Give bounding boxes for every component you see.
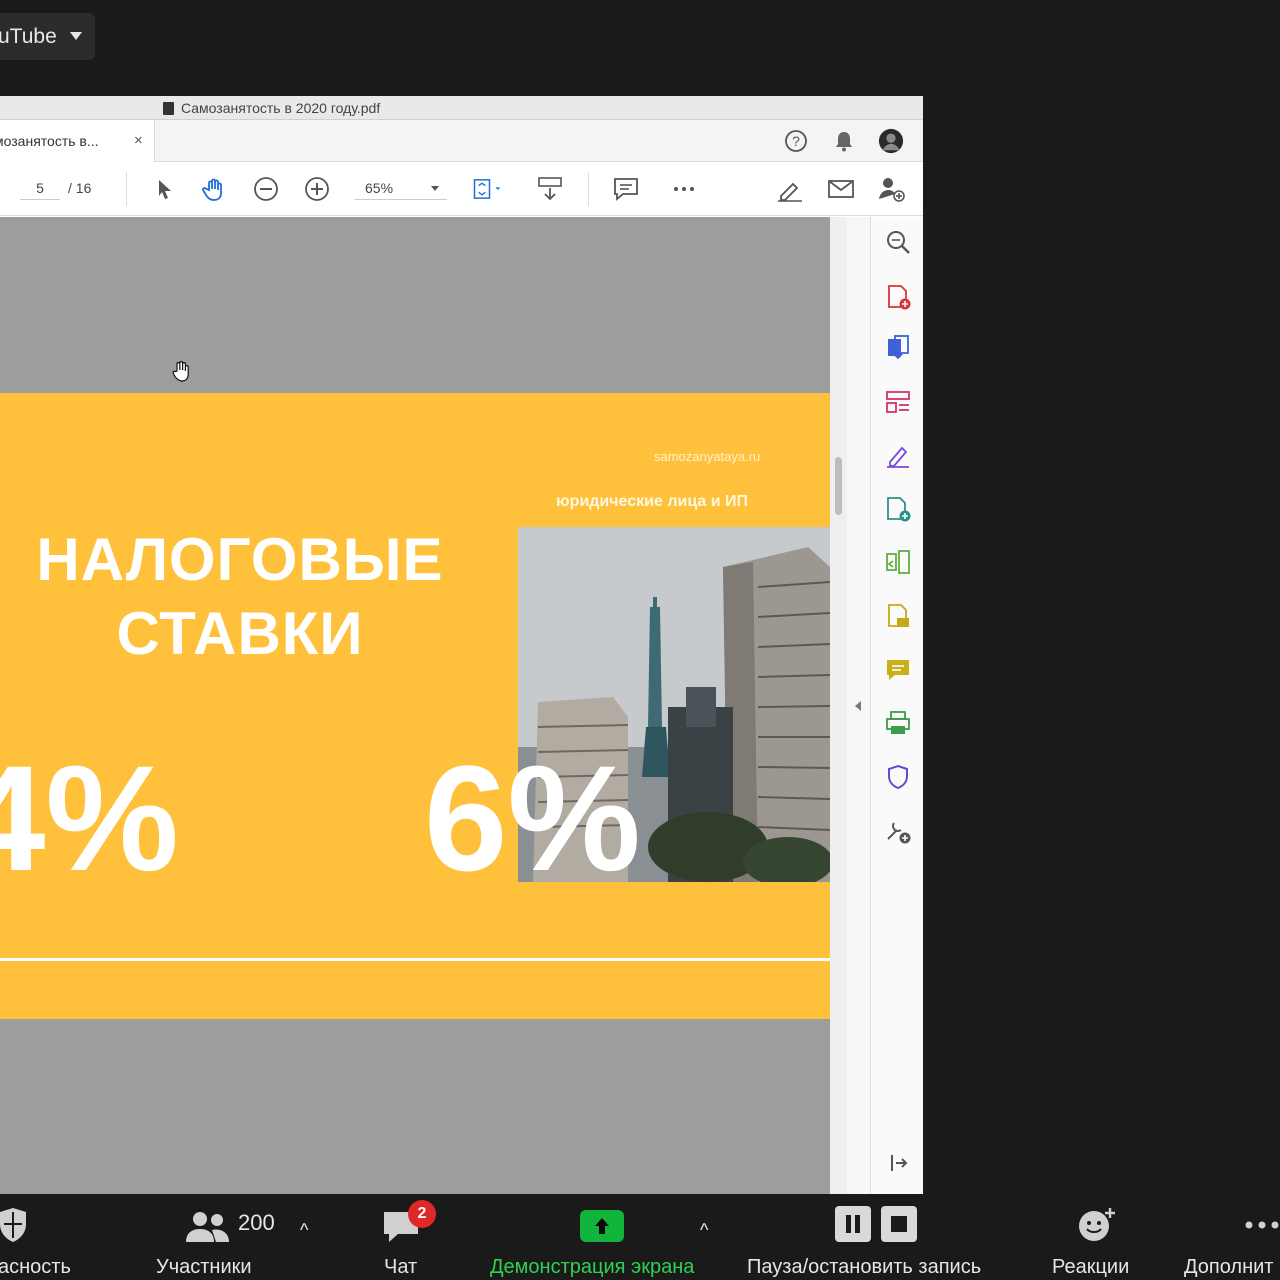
compare-files-icon[interactable] [884,548,912,576]
slide-percent-right: 6% [424,734,641,902]
zoom-level-value: 65% [365,180,394,196]
recording-controls: Пауза/остановить запись [745,1194,1015,1280]
acrobat-window: Самозанятость в 2020 году.pdf мозанятост… [0,96,923,1194]
chevron-down-icon [431,186,439,191]
comment-tool-icon[interactable] [884,656,912,684]
more-tools-icon[interactable] [884,817,912,845]
more-options-icon[interactable] [669,174,699,204]
create-pdf-icon[interactable] [884,283,912,311]
zoom-in-icon[interactable] [302,174,332,204]
search-zoom-icon[interactable] [884,228,912,256]
bell-icon[interactable] [831,128,857,154]
page-number-input[interactable]: 5 [20,176,60,200]
pause-icon [846,1215,860,1233]
fill-sign-icon[interactable] [884,602,912,630]
organize-pages-icon[interactable] [884,388,912,416]
meeting-controls-bar: асность 200 ^ Участники Чат 2 Демонстрац… [0,1194,1280,1280]
hand-tool-icon[interactable] [200,174,230,204]
toolbar: 5 / 16 65% [0,162,923,216]
toolbar-divider [588,172,589,206]
help-icon[interactable]: ? [783,128,809,154]
participants-label: Участники [156,1256,252,1278]
participants-button[interactable]: 200 ^ Участники [150,1194,320,1280]
share-screen-label: Демонстрация экрана [490,1256,695,1278]
vertical-scrollbar[interactable] [830,217,847,1194]
shield-icon [0,1208,26,1242]
slide-title-line2: СТАВКИ [116,600,364,667]
close-icon[interactable]: × [134,120,143,162]
hand-cursor-icon [172,361,189,382]
pdf-file-icon [163,102,174,115]
toolbar-divider [126,172,127,206]
chat-unread-badge: 2 [408,1200,436,1228]
share-screen-icon[interactable] [580,1210,624,1242]
more-dots-icon [1245,1221,1279,1229]
document-view[interactable]: samozanyataya.ru юридические лица и ИП Н… [0,217,830,1194]
more-label: Дополнит [1184,1256,1274,1278]
fit-page-icon[interactable] [472,174,502,204]
page-total: / 16 [68,180,92,196]
slide-subtitle: юридические лица и ИП [556,493,748,510]
avatar[interactable] [878,128,904,154]
protect-shield-icon[interactable] [884,763,912,791]
select-arrow-icon[interactable] [150,174,180,204]
edit-pdf-icon[interactable] [884,442,912,470]
chevron-up-icon[interactable]: ^ [300,1220,308,1241]
window-title: Самозанятость в 2020 году.pdf [181,100,381,116]
chevron-down-icon [70,32,82,40]
smiley-plus-icon [1079,1208,1115,1241]
chevron-left-icon [855,701,861,711]
pause-recording-button[interactable] [835,1206,871,1242]
slide-title-line1: НАЛОГОВЫЕ [36,526,444,593]
email-icon[interactable] [826,174,856,204]
zoom-level-select[interactable]: 65% [355,176,447,200]
scrollbar-thumb[interactable] [835,457,842,515]
arrow-up-icon [595,1218,609,1234]
panel-collapse-handle[interactable] [847,217,870,1194]
comment-icon[interactable] [611,174,641,204]
scroll-mode-icon[interactable] [535,174,565,204]
source-dropdown[interactable]: uTube [0,13,95,60]
participants-count: 200 [238,1210,275,1235]
slide-percent-left: 4% [0,734,179,902]
combine-files-icon[interactable] [884,495,912,523]
reactions-button[interactable]: Реакции [1050,1194,1150,1280]
window-titlebar: Самозанятость в 2020 году.pdf [0,96,923,120]
expand-panel-icon[interactable] [884,1149,912,1177]
tools-panel [870,217,923,1194]
recording-label: Пауза/остановить запись [747,1256,982,1278]
tab-bar: мозанятость в... × ? [0,120,923,162]
share-user-icon[interactable] [877,174,907,204]
export-pdf-icon[interactable] [884,334,912,362]
chevron-up-icon[interactable]: ^ [700,1220,708,1241]
slide-divider-line [0,958,830,961]
print-production-icon[interactable] [884,709,912,737]
stop-recording-button[interactable] [881,1206,917,1242]
chat-label: Чат [384,1256,418,1278]
sign-icon[interactable] [775,174,805,204]
source-dropdown-label: uTube [0,25,57,48]
security-label: асность [0,1256,71,1278]
pdf-page: samozanyataya.ru юридические лица и ИП Н… [0,393,830,1019]
svg-text:?: ? [792,133,800,149]
reactions-label: Реакции [1052,1256,1130,1278]
slide-site-url: samozanyataya.ru [654,449,761,464]
zoom-out-icon[interactable] [251,174,281,204]
tab-document-label: мозанятость в... [0,133,99,149]
stop-icon [891,1216,907,1232]
more-button[interactable]: Дополнит [1182,1194,1280,1280]
security-button[interactable]: асность [0,1194,90,1280]
tab-document[interactable]: мозанятость в... × [0,120,155,162]
participants-icon [186,1212,229,1242]
